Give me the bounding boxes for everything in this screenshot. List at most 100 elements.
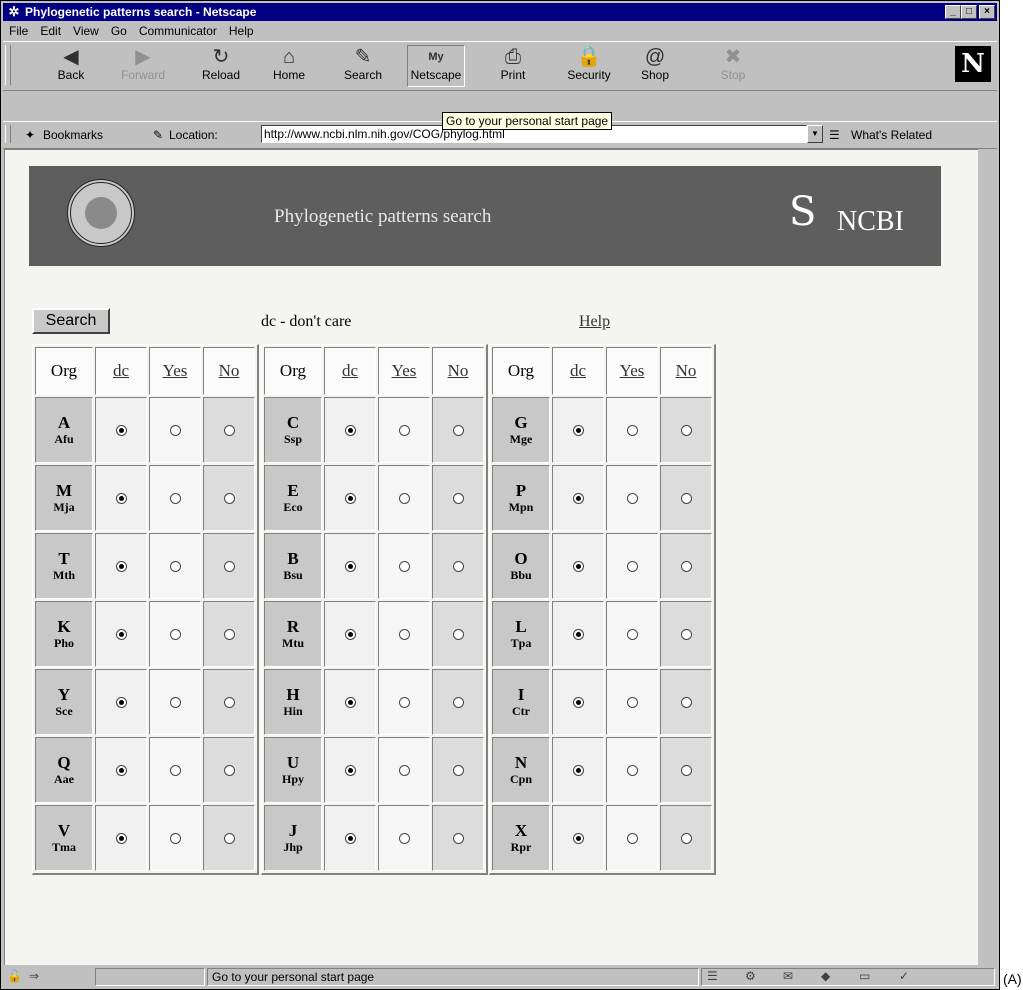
header-dc[interactable]: dc	[324, 347, 376, 395]
radio-dc[interactable]	[572, 629, 584, 641]
radio-no[interactable]	[223, 629, 235, 641]
radio-yes[interactable]	[626, 697, 638, 709]
radio-yes[interactable]	[169, 561, 181, 573]
radio-no[interactable]	[223, 561, 235, 573]
menu-communicator[interactable]: Communicator	[133, 22, 223, 40]
composer-icon[interactable]: ▭	[859, 969, 870, 983]
print-button[interactable]: ⎙ Print	[485, 46, 541, 88]
location-toolbar-grip[interactable]	[5, 125, 11, 143]
radio-yes[interactable]	[626, 425, 638, 437]
radio-yes[interactable]	[169, 629, 181, 641]
radio-no[interactable]	[680, 425, 692, 437]
toolbar-grip[interactable]	[5, 45, 11, 85]
forward-button[interactable]: ▶ Forward	[115, 46, 171, 88]
stop-button[interactable]: ✖ Stop	[705, 46, 761, 88]
radio-dc[interactable]	[115, 561, 127, 573]
url-dropdown-button[interactable]: ▼	[807, 125, 823, 143]
radio-dc[interactable]	[344, 765, 356, 777]
radio-yes[interactable]	[169, 493, 181, 505]
page-info-icon[interactable]: ☰	[707, 969, 718, 983]
ncbi-logo[interactable]: NCBI	[837, 206, 904, 238]
radio-dc[interactable]	[344, 425, 356, 437]
header-yes[interactable]: Yes	[378, 347, 430, 395]
radio-yes[interactable]	[398, 629, 410, 641]
radio-dc[interactable]	[572, 833, 584, 845]
radio-yes[interactable]	[626, 561, 638, 573]
my-netscape-button[interactable]: My Netscape	[407, 45, 465, 87]
radio-yes[interactable]	[626, 765, 638, 777]
radio-yes[interactable]	[169, 425, 181, 437]
radio-dc[interactable]	[344, 697, 356, 709]
radio-yes[interactable]	[398, 425, 410, 437]
reload-button[interactable]: ↻ Reload	[193, 46, 249, 88]
radio-no[interactable]	[223, 697, 235, 709]
radio-yes[interactable]	[169, 765, 181, 777]
radio-no[interactable]	[680, 629, 692, 641]
radio-no[interactable]	[223, 765, 235, 777]
header-no[interactable]: No	[432, 347, 484, 395]
netscape-logo[interactable]: N	[955, 46, 991, 82]
radio-yes[interactable]	[398, 493, 410, 505]
radio-yes[interactable]	[398, 765, 410, 777]
radio-dc[interactable]	[344, 561, 356, 573]
radio-dc[interactable]	[115, 765, 127, 777]
radio-dc[interactable]	[572, 425, 584, 437]
radio-no[interactable]	[452, 765, 464, 777]
radio-no[interactable]	[223, 833, 235, 845]
bookmarks-menu[interactable]: Bookmarks	[43, 127, 103, 143]
header-yes[interactable]: Yes	[606, 347, 658, 395]
radio-dc[interactable]	[572, 493, 584, 505]
navigator-icon[interactable]: ⚙	[745, 969, 756, 983]
search-submit-button[interactable]: Search	[32, 308, 110, 334]
edit-icon[interactable]: ✓	[899, 969, 909, 983]
radio-no[interactable]	[452, 833, 464, 845]
header-dc[interactable]: dc	[95, 347, 147, 395]
radio-yes[interactable]	[398, 697, 410, 709]
header-no[interactable]: No	[660, 347, 712, 395]
header-dc[interactable]: dc	[552, 347, 604, 395]
radio-dc[interactable]	[572, 561, 584, 573]
menu-help[interactable]: Help	[223, 22, 260, 40]
whats-related-button[interactable]: What's Related	[851, 127, 932, 143]
radio-no[interactable]	[452, 425, 464, 437]
mail-icon[interactable]: ✉	[783, 969, 793, 983]
radio-no[interactable]	[223, 493, 235, 505]
radio-yes[interactable]	[626, 629, 638, 641]
radio-dc[interactable]	[344, 493, 356, 505]
header-yes[interactable]: Yes	[149, 347, 201, 395]
radio-dc[interactable]	[115, 493, 127, 505]
minimize-button[interactable]: _	[945, 5, 961, 19]
radio-no[interactable]	[452, 629, 464, 641]
radio-dc[interactable]	[344, 833, 356, 845]
radio-no[interactable]	[452, 697, 464, 709]
header-no[interactable]: No	[203, 347, 255, 395]
back-button[interactable]: ◀ Back	[43, 46, 99, 88]
radio-dc[interactable]	[344, 629, 356, 641]
radio-yes[interactable]	[398, 561, 410, 573]
radio-no[interactable]	[452, 493, 464, 505]
close-button[interactable]: ×	[979, 5, 995, 19]
radio-no[interactable]	[680, 697, 692, 709]
radio-no[interactable]	[680, 493, 692, 505]
title-bar[interactable]: ✲ Phylogenetic patterns search - Netscap…	[3, 3, 997, 21]
radio-yes[interactable]	[398, 833, 410, 845]
menu-file[interactable]: File	[3, 22, 34, 40]
radio-dc[interactable]	[115, 833, 127, 845]
radio-yes[interactable]	[169, 697, 181, 709]
maximize-button[interactable]: □	[961, 5, 977, 19]
radio-dc[interactable]	[572, 765, 584, 777]
security-button[interactable]: 🔒 Security	[561, 46, 617, 88]
radio-yes[interactable]	[626, 493, 638, 505]
radio-no[interactable]	[452, 561, 464, 573]
radio-yes[interactable]	[626, 833, 638, 845]
help-link[interactable]: Help	[579, 313, 610, 331]
radio-dc[interactable]	[115, 697, 127, 709]
radio-no[interactable]	[680, 765, 692, 777]
shop-button[interactable]: @ Shop	[627, 46, 683, 88]
newsgroup-icon[interactable]: ◆	[821, 969, 830, 983]
search-button[interactable]: ✎ Search	[335, 46, 391, 88]
radio-yes[interactable]	[169, 833, 181, 845]
menu-edit[interactable]: Edit	[34, 22, 67, 40]
radio-dc[interactable]	[115, 629, 127, 641]
radio-dc[interactable]	[572, 697, 584, 709]
